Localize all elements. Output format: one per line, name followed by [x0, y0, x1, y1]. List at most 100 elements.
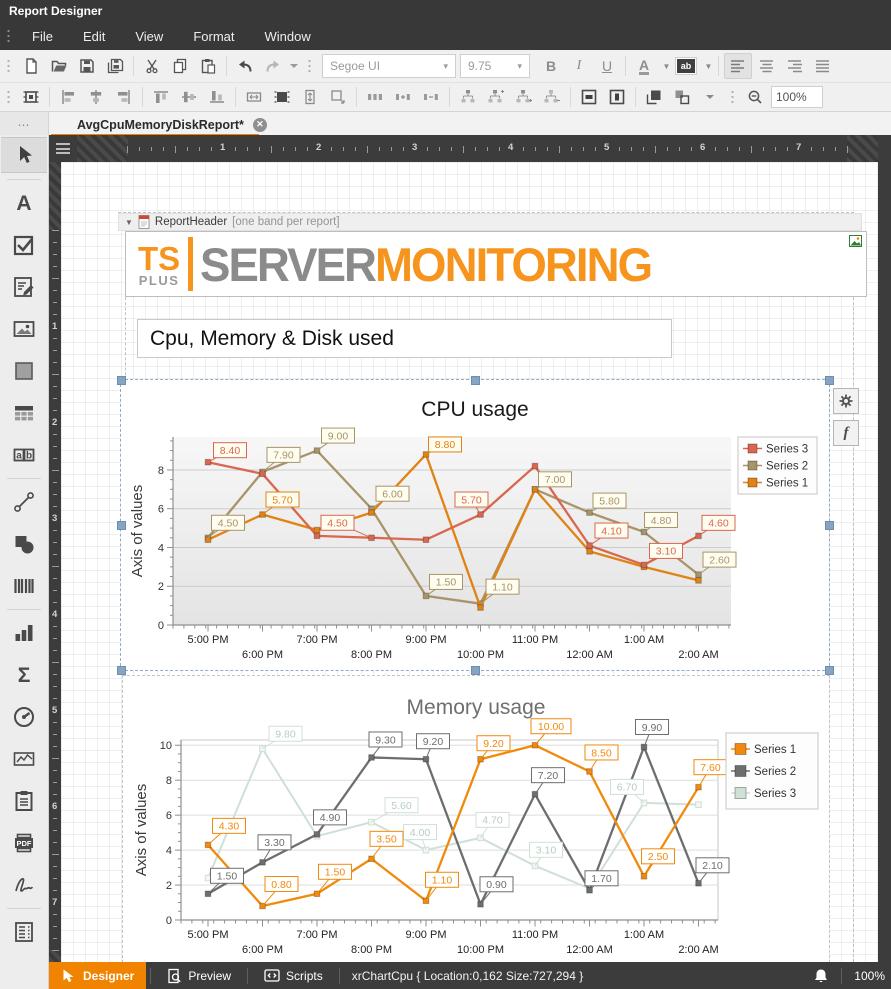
- toolbox-item-shape[interactable]: [1, 527, 47, 561]
- menu-item-view[interactable]: View: [120, 25, 178, 48]
- new-report-button[interactable]: [18, 54, 44, 78]
- space-h-decrease-button[interactable]: [418, 85, 444, 109]
- toolbox-item-table[interactable]: [1, 396, 47, 430]
- memory-usage-chart[interactable]: Memory usageAxis of values02468105:00 PM…: [123, 676, 829, 962]
- toolbox-item-character-comb[interactable]: ab: [1, 438, 47, 472]
- menubar-grip[interactable]: [6, 28, 11, 44]
- same-height-button[interactable]: [297, 85, 323, 109]
- tab-scripts[interactable]: Scripts: [252, 962, 335, 989]
- selection-handle[interactable]: [825, 666, 834, 675]
- toolbox-item-chart[interactable]: [1, 616, 47, 650]
- redo-button[interactable]: [260, 54, 286, 78]
- menu-item-file[interactable]: File: [17, 25, 68, 48]
- justify-text-button[interactable]: [810, 54, 836, 78]
- chart-scripts-button[interactable]: f: [833, 420, 859, 446]
- toolbar2-grip[interactable]: [730, 89, 735, 105]
- menu-item-edit[interactable]: Edit: [68, 25, 120, 48]
- font-name-combo[interactable]: Segoe UI▾: [322, 54, 456, 78]
- toolbox-item-gauge[interactable]: [1, 700, 47, 734]
- toolbox-item-pivot-grid[interactable]: Σ: [1, 658, 47, 692]
- font-color-button[interactable]: A: [631, 54, 657, 78]
- center-horizontally-button[interactable]: [576, 85, 602, 109]
- logo-picture-box[interactable]: TS PLUS SERVERMONITORING: [125, 231, 867, 297]
- ruler-menu-icon[interactable]: [49, 135, 77, 162]
- toolbox-item-barcode[interactable]: [1, 569, 47, 603]
- tree-space-make-button[interactable]: [483, 85, 509, 109]
- zoom-out-button[interactable]: [742, 85, 768, 109]
- toolbox-item-signature[interactable]: [1, 868, 47, 902]
- undo-dropdown-arrow[interactable]: [288, 54, 300, 78]
- menu-item-format[interactable]: Format: [178, 25, 249, 48]
- save-all-button[interactable]: [102, 54, 128, 78]
- design-surface[interactable]: ▼ ReportHeader [one band per report] TS …: [61, 162, 891, 962]
- tree-space-decrease-button[interactable]: [539, 85, 565, 109]
- same-width-button[interactable]: [241, 85, 267, 109]
- align-tops-button[interactable]: [148, 85, 174, 109]
- open-button[interactable]: [46, 54, 72, 78]
- toolbox-item-label[interactable]: A: [1, 186, 47, 220]
- report-title-label[interactable]: Cpu, Memory & Disk used: [137, 319, 672, 358]
- italic-button[interactable]: I: [566, 54, 592, 78]
- copy-button[interactable]: [167, 54, 193, 78]
- undo-button[interactable]: [232, 54, 258, 78]
- align-text-right-button[interactable]: [782, 54, 808, 78]
- space-h-equal-button[interactable]: [362, 85, 388, 109]
- toolbox-item-subreport[interactable]: [1, 915, 47, 949]
- same-size-button[interactable]: [325, 85, 351, 109]
- font-size-combo[interactable]: 9.75▾: [460, 54, 530, 78]
- align-text-left-button[interactable]: [724, 53, 752, 79]
- align-rights-button[interactable]: [111, 85, 137, 109]
- bold-button[interactable]: B: [538, 54, 564, 78]
- cpu-usage-chart[interactable]: CPU usageAxis of values024685:00 PM6:00 …: [121, 380, 829, 670]
- align-bottoms-button[interactable]: [204, 85, 230, 109]
- toolbox-item-panel[interactable]: [1, 354, 47, 388]
- send-to-back-button[interactable]: [669, 85, 695, 109]
- toolbar1-grip2[interactable]: [307, 58, 312, 74]
- snap-to-grid-button[interactable]: [18, 85, 44, 109]
- menu-item-window[interactable]: Window: [249, 25, 325, 48]
- font-color-dropdown[interactable]: ▼: [659, 54, 671, 78]
- save-button[interactable]: [74, 54, 100, 78]
- highlight-button[interactable]: ab: [673, 54, 699, 78]
- align-middles-button[interactable]: [176, 85, 202, 109]
- toolbox-item-checkbox[interactable]: [1, 228, 47, 262]
- order-dropdown-button[interactable]: [697, 85, 723, 109]
- paste-button[interactable]: [195, 54, 221, 78]
- space-h-increase-button[interactable]: [390, 85, 416, 109]
- toolbox-item-pdf-content[interactable]: PDF: [1, 826, 47, 860]
- underline-button[interactable]: U: [594, 54, 620, 78]
- align-centers-button[interactable]: [83, 85, 109, 109]
- selection-handle[interactable]: [117, 521, 126, 530]
- toolbox-item-page-info[interactable]: [1, 784, 47, 818]
- cut-button[interactable]: [139, 54, 165, 78]
- selection-handle[interactable]: [117, 376, 126, 385]
- highlight-dropdown[interactable]: ▼: [701, 54, 713, 78]
- toolbar1-grip[interactable]: [6, 58, 11, 74]
- toolbar2-grip[interactable]: [6, 89, 11, 105]
- tree-space-equal-button[interactable]: [455, 85, 481, 109]
- tab-avgcpumemorydiskreport[interactable]: AvgCpuMemoryDiskReport* ✕: [49, 112, 277, 137]
- zoom-level-input[interactable]: [771, 86, 823, 108]
- toolbox-overflow-button[interactable]: ⋯: [0, 112, 49, 137]
- selection-handle[interactable]: [117, 666, 126, 675]
- tree-space-increase-button[interactable]: [511, 85, 537, 109]
- toolbox-item-sparkline[interactable]: [1, 742, 47, 776]
- selection-handle[interactable]: [471, 376, 480, 385]
- tab-designer[interactable]: Designer: [49, 962, 146, 989]
- bell-icon[interactable]: [813, 968, 829, 984]
- tab-preview[interactable]: Preview: [155, 962, 243, 989]
- toolbox-item-richtext[interactable]: [1, 270, 47, 304]
- toolbox-item-pointer[interactable]: [1, 137, 47, 173]
- selection-handle[interactable]: [825, 376, 834, 385]
- toolbox-item-line[interactable]: [1, 485, 47, 519]
- report-header-band-bar[interactable]: ▼ ReportHeader [one band per report]: [118, 213, 862, 231]
- chart-smart-tag-button[interactable]: [833, 388, 859, 414]
- status-zoom-level[interactable]: 100%: [854, 969, 885, 983]
- size-to-grid-button[interactable]: [269, 85, 295, 109]
- align-lefts-button[interactable]: [55, 85, 81, 109]
- toolbox-item-picture[interactable]: [1, 312, 47, 346]
- tab-close-icon[interactable]: ✕: [253, 118, 267, 132]
- center-vertically-button[interactable]: [604, 85, 630, 109]
- align-text-center-button[interactable]: [754, 54, 780, 78]
- bring-to-front-button[interactable]: [641, 85, 667, 109]
